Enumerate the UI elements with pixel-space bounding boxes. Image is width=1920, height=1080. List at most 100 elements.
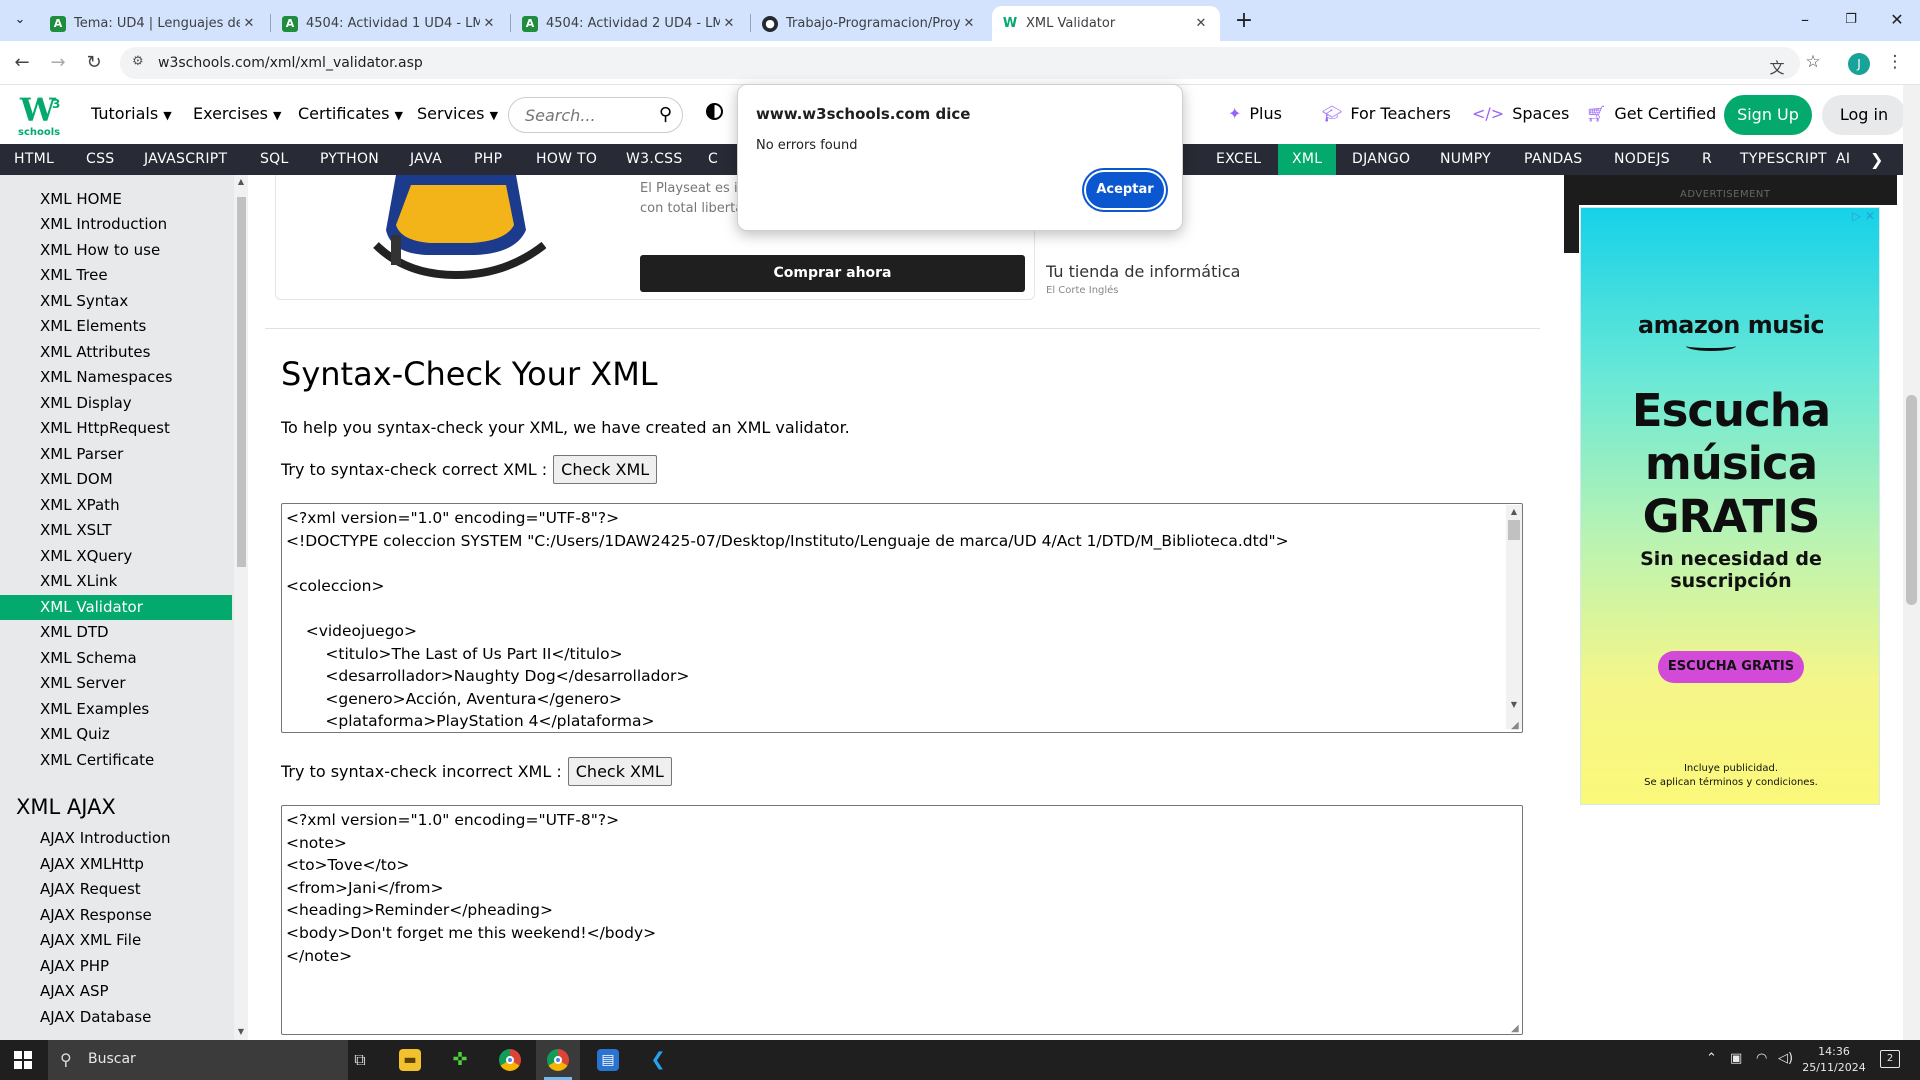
subnav-php[interactable]: PHP xyxy=(460,144,516,175)
tab-xml-validator[interactable]: W XML Validator ✕ xyxy=(992,6,1220,41)
menu-services[interactable]: Services ▼ xyxy=(417,104,498,123)
minimize-icon[interactable]: – xyxy=(1782,0,1828,41)
listen-free-button[interactable]: ESCUCHA GRATIS xyxy=(1658,651,1804,683)
subnav-numpy[interactable]: NUMPY xyxy=(1426,144,1505,175)
resize-handle-icon[interactable]: ◢ xyxy=(1511,1024,1521,1034)
menu-tutorials[interactable]: Tutorials ▼ xyxy=(91,104,172,123)
sidebar-item-xml-examples[interactable]: XML Examples xyxy=(0,697,232,722)
subnav-ai[interactable]: AI xyxy=(1832,144,1854,175)
vscode-icon[interactable]: ❮ xyxy=(636,1040,680,1080)
subnav-c[interactable]: C xyxy=(694,144,732,175)
w3schools-logo[interactable]: W 3 schools xyxy=(18,91,64,139)
sidebar-item-xml-validator[interactable]: XML Validator xyxy=(0,595,232,620)
scroll-up-arrow-icon[interactable]: ▲ xyxy=(1508,507,1520,516)
subnav-pandas[interactable]: PANDAS xyxy=(1510,144,1596,175)
incorrect-xml-textarea[interactable]: <?xml version="1.0" encoding="UTF-8"?> <… xyxy=(281,805,1523,1035)
log-in-button[interactable]: Log in xyxy=(1822,95,1906,135)
close-window-icon[interactable]: ✕ xyxy=(1874,0,1920,41)
menu-spaces[interactable]: </> Spaces xyxy=(1472,104,1569,123)
amazon-music-ad[interactable]: ▷ ✕ amazon music Escucha música GRATIS S… xyxy=(1580,207,1880,805)
scroll-down-arrow-icon[interactable]: ▼ xyxy=(1508,700,1520,709)
sidebar-item-xml-xlink[interactable]: XML XLink xyxy=(0,569,232,594)
sidebar-item-xml-display[interactable]: XML Display xyxy=(0,391,232,416)
sidebar-item-xml-certificate[interactable]: XML Certificate xyxy=(0,748,232,773)
ad-store-title[interactable]: Tu tienda de informática xyxy=(1046,262,1240,281)
sidebar-item-ajax-introduction[interactable]: AJAX Introduction xyxy=(0,826,232,851)
url-text[interactable]: w3schools.com/xml/xml_validator.asp xyxy=(158,55,423,71)
notification-center-icon[interactable]: 2 xyxy=(1880,1050,1900,1068)
tray-chevron-up-icon[interactable]: ⌃ xyxy=(1706,1051,1717,1066)
sidebar-item-ajax-xml-file[interactable]: AJAX XML File xyxy=(0,928,232,953)
subnav-python[interactable]: PYTHON xyxy=(306,144,393,175)
sidebar-item-ajax-database[interactable]: AJAX Database xyxy=(0,1005,232,1030)
sidebar-item-xml-httprequest[interactable]: XML HttpRequest xyxy=(0,416,232,441)
menu-exercises[interactable]: Exercises ▼ xyxy=(193,104,281,123)
sidebar-item-xml-tree[interactable]: XML Tree xyxy=(0,263,232,288)
sidebar-item-xml-xslt[interactable]: XML XSLT xyxy=(0,518,232,543)
subnav-nodejs[interactable]: NODEJS xyxy=(1600,144,1684,175)
tab-actividad-1[interactable]: A 4504: Actividad 1 UD4 - LMSGI ✕ xyxy=(272,6,508,41)
close-icon[interactable]: ✕ xyxy=(1192,16,1210,31)
sidebar-item-ajax-php[interactable]: AJAX PHP xyxy=(0,954,232,979)
chrome-icon[interactable] xyxy=(488,1040,532,1080)
translate-icon[interactable]: 文 xyxy=(1764,55,1790,81)
sidebar-item-ajax-request[interactable]: AJAX Request xyxy=(0,877,232,902)
menu-certificates[interactable]: Certificates ▼ xyxy=(298,104,403,123)
sidebar-item-xml-attributes[interactable]: XML Attributes xyxy=(0,340,232,365)
sidebar-item-xml-quiz[interactable]: XML Quiz xyxy=(0,722,232,747)
subnav-css[interactable]: CSS xyxy=(72,144,128,175)
restore-icon[interactable]: ❐ xyxy=(1828,0,1874,41)
app-blue-icon[interactable]: ▤ xyxy=(586,1040,630,1080)
correct-xml-textarea[interactable]: <?xml version="1.0" encoding="UTF-8"?> <… xyxy=(281,503,1523,733)
sidebar-item-xml-dom[interactable]: XML DOM xyxy=(0,467,232,492)
sidebar-scrollbar-thumb[interactable] xyxy=(237,197,246,567)
app-green-icon[interactable]: ✜ xyxy=(438,1040,482,1080)
subnav-w3css[interactable]: W3.CSS xyxy=(612,144,697,175)
buy-now-button[interactable]: Comprar ahora xyxy=(640,255,1025,292)
sidebar-item-xml-namespaces[interactable]: XML Namespaces xyxy=(0,365,232,390)
omnibox[interactable]: ⚙ w3schools.com/xml/xml_validator.asp 文 xyxy=(120,47,1800,79)
new-tab-button[interactable]: + xyxy=(1230,8,1258,36)
resize-handle-icon[interactable]: ◢ xyxy=(1511,721,1521,731)
profile-avatar[interactable]: J xyxy=(1848,53,1870,75)
reload-icon[interactable]: ↻ xyxy=(80,49,108,77)
volume-icon[interactable]: ◁) xyxy=(1778,1051,1793,1066)
subnav-html[interactable]: HTML xyxy=(0,144,68,175)
sidebar-item-xml-xpath[interactable]: XML XPath xyxy=(0,493,232,518)
dark-mode-toggle-icon[interactable] xyxy=(706,103,723,120)
tab-actividad-2[interactable]: A 4504: Actividad 2 UD4 - LMSGI ✕ xyxy=(512,6,748,41)
textarea-scrollbar-thumb[interactable] xyxy=(1508,520,1520,540)
sidebar-item-ajax-xmlhttp[interactable]: AJAX XMLHttp xyxy=(0,852,232,877)
check-incorrect-xml-button[interactable]: Check XML xyxy=(567,757,672,786)
scroll-down-arrow-icon[interactable]: ▼ xyxy=(236,1027,246,1036)
tray-device-icon[interactable]: ▣ xyxy=(1730,1051,1742,1066)
subnav-java[interactable]: JAVA xyxy=(396,144,456,175)
chevron-right-icon[interactable]: ❯ xyxy=(1870,144,1883,175)
search-box[interactable]: ⚲ xyxy=(508,97,683,133)
taskbar-clock[interactable]: 14:36 25/11/2024 xyxy=(1798,1044,1870,1076)
menu-get-certified[interactable]: 🛒︎ Get Certified xyxy=(1586,104,1716,123)
subnav-django[interactable]: DJANGO xyxy=(1338,144,1424,175)
close-icon[interactable]: ✕ xyxy=(960,16,978,31)
sidebar-item-xml-home[interactable]: XML HOME xyxy=(0,187,232,212)
check-correct-xml-button[interactable]: Check XML xyxy=(553,455,658,484)
sidebar-item-ajax-response[interactable]: AJAX Response xyxy=(0,903,232,928)
subnav-javascript[interactable]: JAVASCRIPT xyxy=(130,144,241,175)
sidebar-item-xml-elements[interactable]: XML Elements xyxy=(0,314,232,339)
subnav-typescript[interactable]: TYPESCRIPT xyxy=(1726,144,1841,175)
subnav-sql[interactable]: SQL xyxy=(246,144,303,175)
task-view-icon[interactable]: ⧉ xyxy=(338,1040,382,1080)
alert-accept-button[interactable]: Aceptar xyxy=(1086,172,1164,208)
sidebar-item-xml-dtd[interactable]: XML DTD xyxy=(0,620,232,645)
subnav-r[interactable]: R xyxy=(1688,144,1726,175)
search-icon[interactable]: ⚲ xyxy=(659,104,672,125)
sidebar-item-xml-schema[interactable]: XML Schema xyxy=(0,646,232,671)
site-info-icon[interactable]: ⚙ xyxy=(132,54,144,69)
close-icon[interactable]: ✕ xyxy=(480,16,498,31)
wifi-icon[interactable]: ◠ xyxy=(1756,1051,1767,1066)
tab-search-dropdown-icon[interactable]: ⌄ xyxy=(6,8,34,32)
close-icon[interactable]: ✕ xyxy=(240,16,258,31)
adchoices-icon[interactable]: ▷ ✕ xyxy=(1852,209,1875,223)
menu-plus[interactable]: ✦ Plus xyxy=(1228,104,1282,123)
subnav-xml[interactable]: XML xyxy=(1278,144,1337,175)
